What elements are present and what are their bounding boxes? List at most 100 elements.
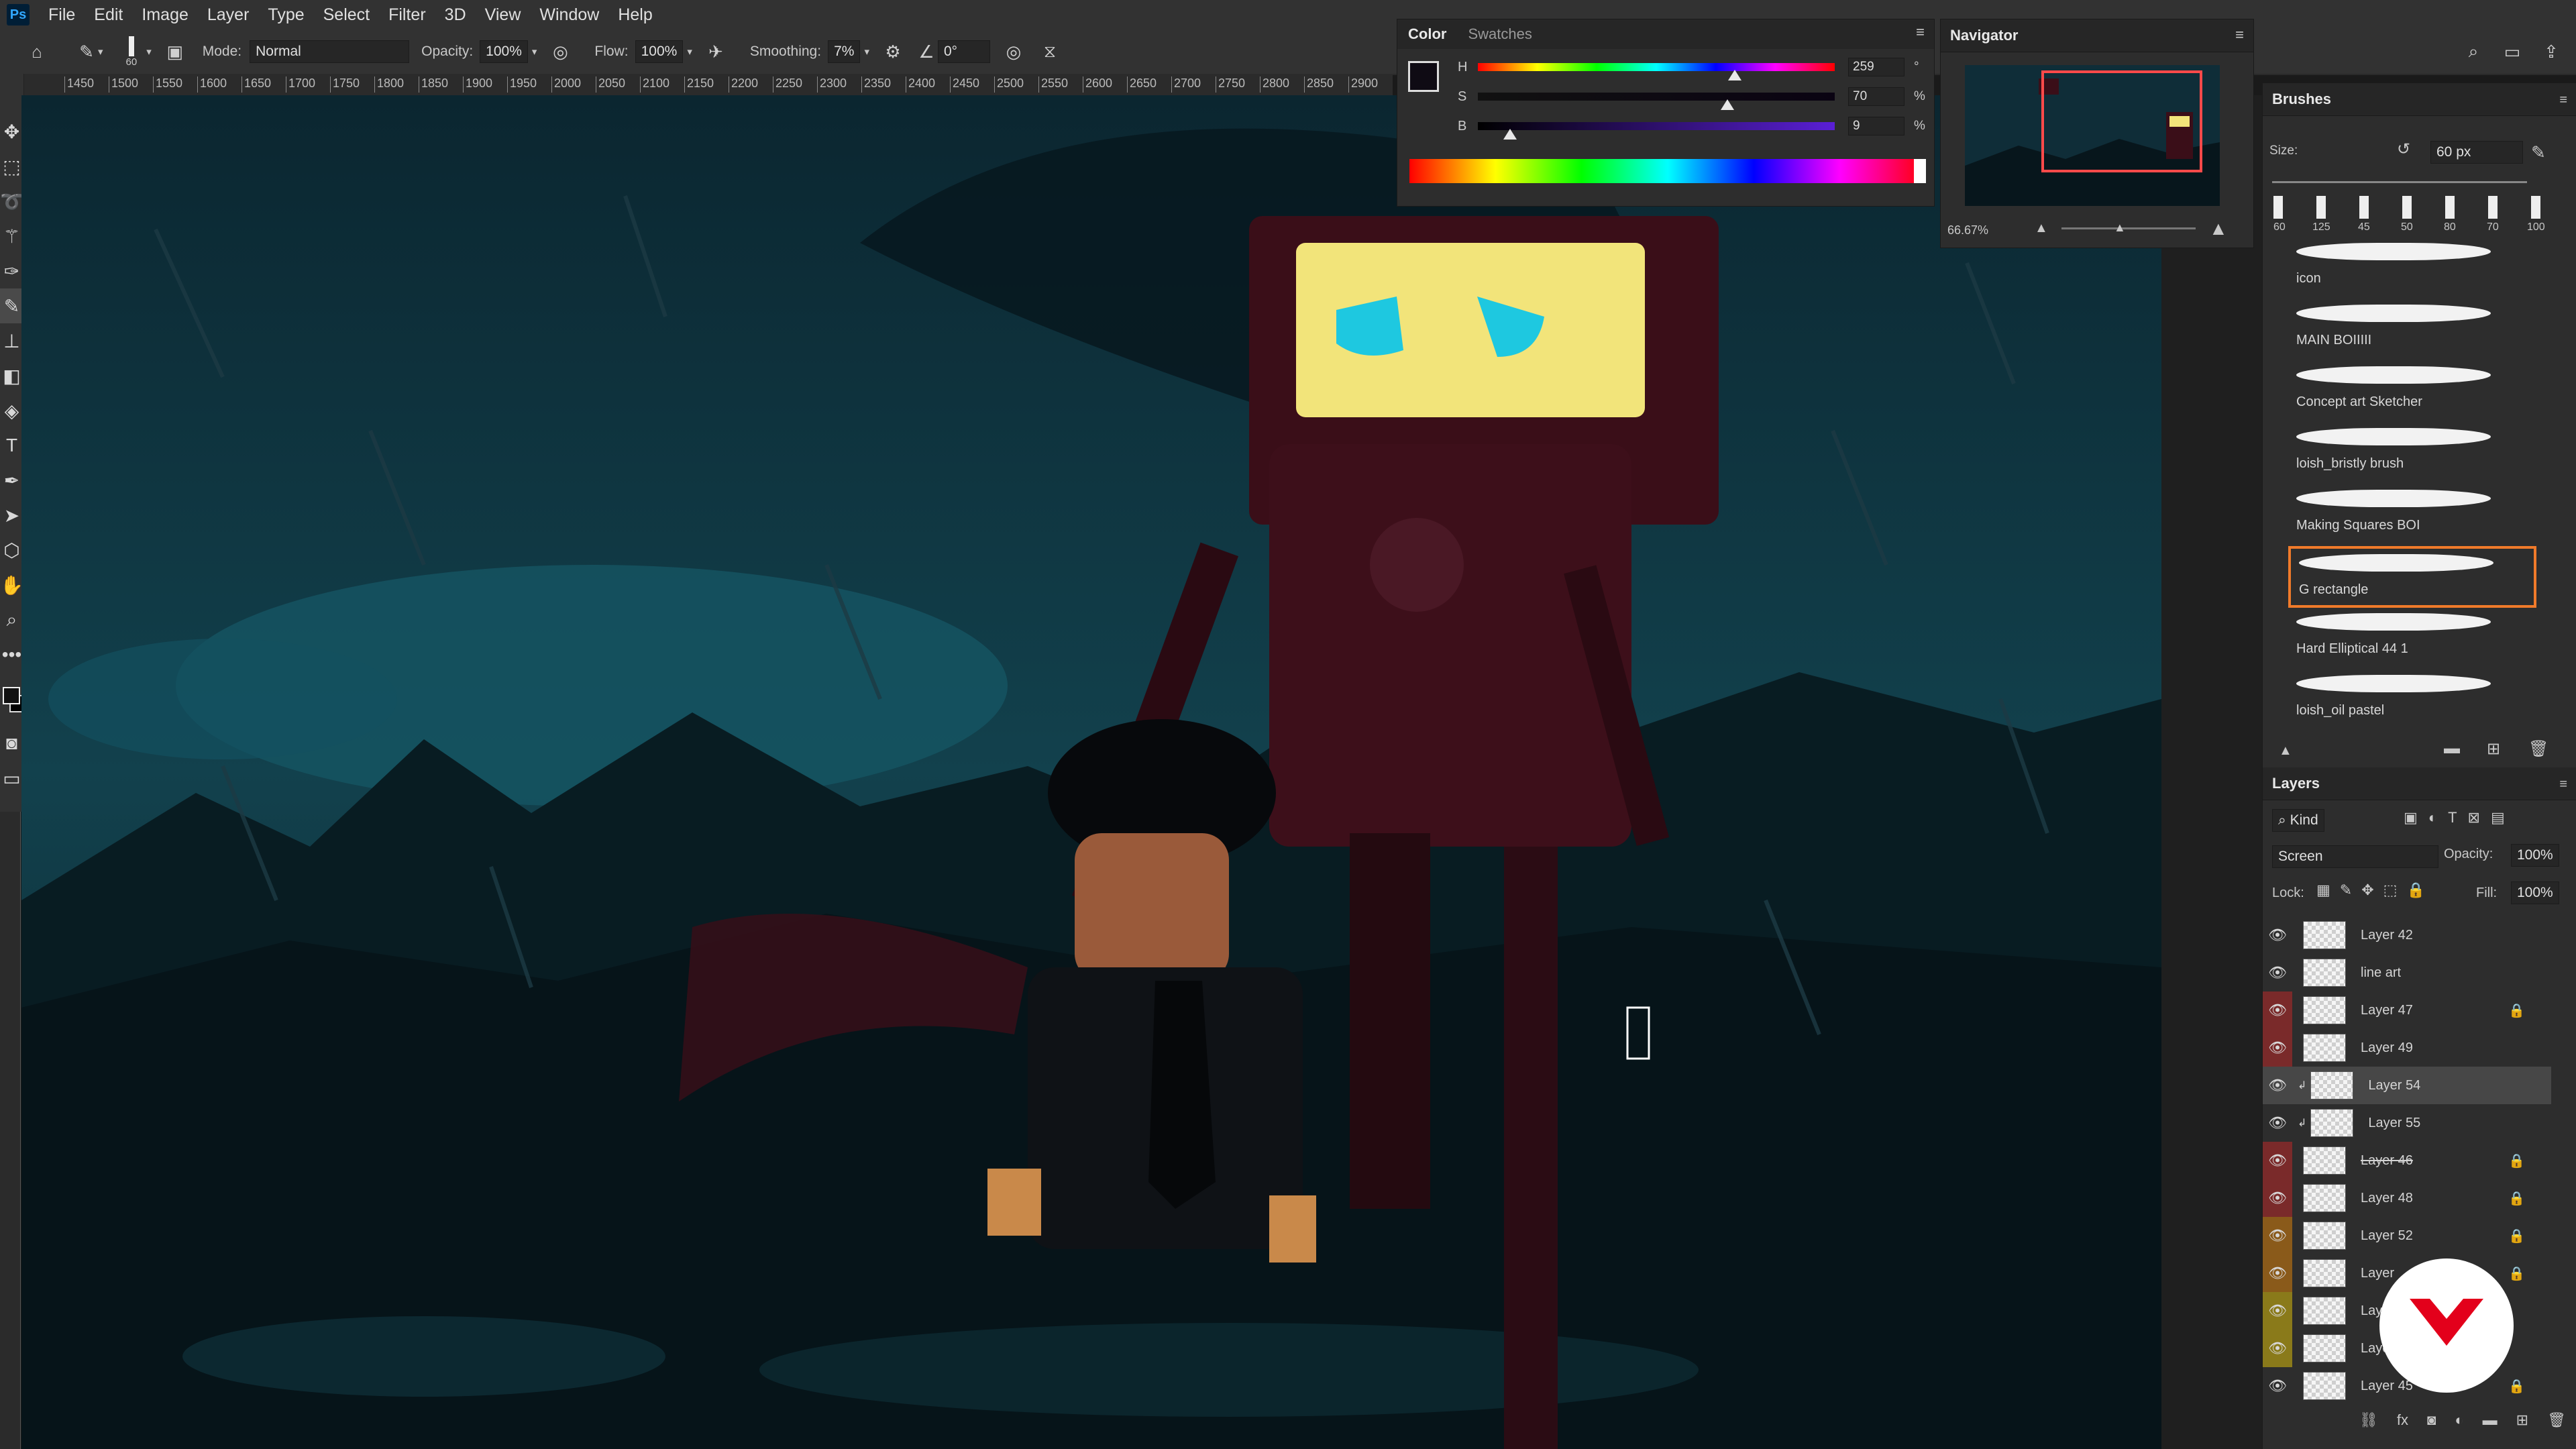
layer-row-selected[interactable]: 👁 ↲ Layer 54: [2263, 1067, 2551, 1104]
hue-slider-row[interactable]: H 259 °: [1458, 58, 1927, 80]
visibility-eye-icon[interactable]: 👁: [2263, 1104, 2292, 1142]
quick-mask-icon[interactable]: ◙: [0, 726, 24, 761]
more-tools-icon[interactable]: •••: [0, 637, 24, 672]
opacity-dropdown-icon[interactable]: ▾: [532, 46, 537, 58]
visibility-eye-icon[interactable]: 👁: [2263, 954, 2292, 991]
new-brush-icon[interactable]: ✎: [2531, 142, 2546, 163]
navigator-view-frame[interactable]: [2041, 70, 2202, 172]
opacity-field[interactable]: 100%: [480, 40, 528, 63]
brush-item-icon[interactable]: icon: [2288, 237, 2536, 299]
preset-size-3[interactable]: 50: [2401, 221, 2413, 233]
airbrush-icon[interactable]: ✈: [704, 40, 727, 63]
panel-menu-icon[interactable]: ≡: [2559, 777, 2567, 792]
screen-mode-icon[interactable]: ▭: [0, 761, 24, 796]
lasso-tool-icon[interactable]: ➰: [0, 184, 24, 219]
saturation-value[interactable]: 70: [1848, 87, 1904, 106]
reset-size-icon[interactable]: ↺: [2397, 140, 2410, 159]
zoom-tool-icon[interactable]: ⌕: [0, 602, 24, 637]
marquee-tool-icon[interactable]: ⬚: [0, 149, 24, 184]
visibility-eye-icon[interactable]: 👁: [2263, 1367, 2292, 1401]
preset-size-5[interactable]: 70: [2487, 221, 2499, 233]
path-selection-tool-icon[interactable]: ➤: [0, 498, 24, 533]
zoom-out-icon[interactable]: ▲: [2035, 221, 2048, 236]
brush-item-concept-art-sketcher[interactable]: Concept art Sketcher: [2288, 361, 2536, 423]
preset-size-6[interactable]: 100: [2527, 221, 2545, 233]
eyedropper-tool-icon[interactable]: ✑: [0, 254, 24, 288]
type-tool-icon[interactable]: T: [0, 428, 24, 463]
new-brush-icon[interactable]: ⊞: [2487, 739, 2500, 759]
link-layers-icon[interactable]: ⛓: [2359, 1411, 2378, 1429]
brightness-slider-row[interactable]: B 9 %: [1458, 117, 1927, 140]
layer-opacity-field[interactable]: 100%: [2511, 844, 2559, 867]
preset-size-0[interactable]: 60: [2273, 221, 2286, 233]
magic-wand-tool-icon[interactable]: ⚚: [0, 219, 24, 254]
smoothing-settings-gear-icon[interactable]: ⚙: [881, 40, 904, 63]
brush-item-hard-elliptical[interactable]: Hard Elliptical 44 1: [2288, 608, 2536, 669]
layer-row[interactable]: 👁 Layer 52 🔒: [2263, 1217, 2551, 1254]
new-layer-icon[interactable]: ⊞: [2516, 1411, 2528, 1429]
menu-file[interactable]: File: [39, 5, 85, 25]
menu-type[interactable]: Type: [258, 5, 313, 25]
visibility-eye-icon[interactable]: 👁: [2263, 1217, 2292, 1254]
brush-item-g-rectangle[interactable]: G rectangle: [2288, 546, 2536, 608]
flow-dropdown-icon[interactable]: ▾: [687, 46, 692, 58]
brush-item-loish-oil-pastel[interactable]: loish_oil pastel: [2288, 669, 2536, 731]
share-icon[interactable]: ⇪: [2540, 40, 2563, 63]
visibility-eye-icon[interactable]: 👁: [2263, 916, 2292, 954]
brightness-value[interactable]: 9: [1848, 117, 1904, 136]
saturation-slider-row[interactable]: S 70 %: [1458, 87, 1927, 110]
symmetry-icon[interactable]: ⧖: [1038, 40, 1061, 63]
pressure-opacity-icon[interactable]: ◎: [549, 40, 572, 63]
brush-preset-picker[interactable]: ✎ ▾ 60 ▾: [75, 36, 152, 68]
new-group-icon[interactable]: ▬: [2444, 739, 2460, 758]
panel-menu-icon[interactable]: ≡: [2235, 26, 2244, 44]
angle-field[interactable]: 0°: [937, 40, 990, 63]
pen-tool-icon[interactable]: ✒: [0, 463, 24, 498]
color-swatches[interactable]: [0, 672, 27, 726]
menu-filter[interactable]: Filter: [379, 5, 435, 25]
brush-item-making-squares[interactable]: Making Squares BOI: [2288, 484, 2536, 546]
visibility-eye-icon[interactable]: 👁: [2263, 1330, 2292, 1367]
visibility-eye-icon[interactable]: 👁: [2263, 1254, 2292, 1292]
zoom-in-icon[interactable]: ▲: [2209, 218, 2228, 239]
visibility-eye-icon[interactable]: 👁: [2263, 1029, 2292, 1067]
menu-select[interactable]: Select: [314, 5, 379, 25]
visibility-eye-icon[interactable]: 👁: [2263, 991, 2292, 1029]
brush-preview-size-slider-icon[interactable]: ▲: [2279, 743, 2292, 759]
zoom-slider[interactable]: [2061, 227, 2196, 229]
hue-track[interactable]: [1478, 63, 1835, 80]
foreground-color-swatch[interactable]: [2, 687, 20, 704]
smoothing-dropdown-icon[interactable]: ▾: [864, 46, 869, 58]
layer-row[interactable]: 👁 line art: [2263, 954, 2551, 991]
layer-row[interactable]: 👁 Layer 47 🔒: [2263, 991, 2551, 1029]
brush-settings-panel-icon[interactable]: ▣: [164, 40, 186, 63]
paint-bucket-tool-icon[interactable]: ◈: [0, 393, 24, 428]
menu-3d[interactable]: 3D: [435, 5, 476, 25]
visibility-eye-icon[interactable]: 👁: [2263, 1292, 2292, 1330]
saturation-track[interactable]: [1478, 93, 1835, 110]
menu-help[interactable]: Help: [608, 5, 661, 25]
search-icon[interactable]: ⌕: [2462, 40, 2485, 63]
tab-color[interactable]: Color: [1397, 25, 1457, 43]
hue-thumb[interactable]: [1728, 70, 1742, 80]
delete-brush-icon[interactable]: 🗑: [2528, 739, 2548, 759]
move-tool-icon[interactable]: ✥: [0, 114, 24, 149]
preset-size-1[interactable]: 125: [2312, 221, 2330, 233]
preset-size-2[interactable]: 45: [2358, 221, 2370, 233]
fx-icon[interactable]: fx: [2397, 1411, 2408, 1429]
menu-image[interactable]: Image: [132, 5, 197, 25]
menu-edit[interactable]: Edit: [85, 5, 132, 25]
smoothing-field[interactable]: 7%: [828, 40, 861, 63]
eraser-tool-icon[interactable]: ◧: [0, 358, 24, 393]
brush-tool-icon[interactable]: ✎: [0, 288, 24, 323]
brightness-track[interactable]: [1478, 122, 1835, 140]
saturation-thumb[interactable]: [1721, 99, 1735, 110]
brush-item-main-boiiiii[interactable]: MAIN BOIIIII: [2288, 299, 2536, 361]
layer-filter-icons[interactable]: ▣◐T⊠▤: [2404, 809, 2516, 826]
layer-row[interactable]: 👁 Layer 48 🔒: [2263, 1179, 2551, 1217]
brush-item-loish-bristly[interactable]: loish_bristly brush: [2288, 423, 2536, 484]
mode-select[interactable]: Normal: [250, 40, 410, 63]
zoom-slider-thumb[interactable]: ▲: [2114, 221, 2126, 235]
blend-mode-select[interactable]: Screen: [2272, 845, 2438, 868]
fill-field[interactable]: 100%: [2511, 881, 2559, 904]
